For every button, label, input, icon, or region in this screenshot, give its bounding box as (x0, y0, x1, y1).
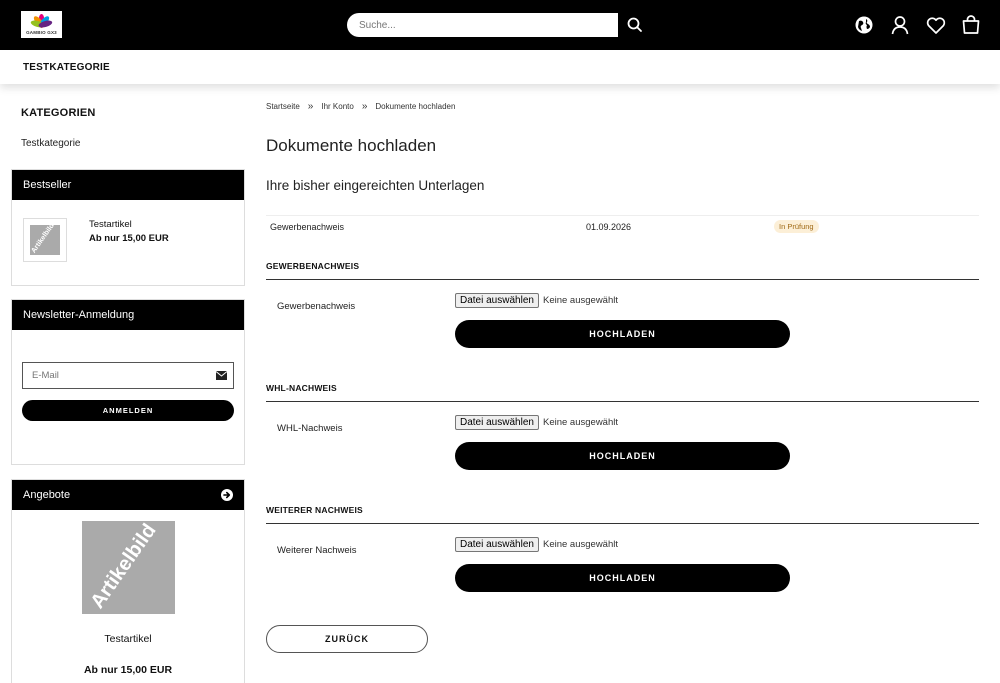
newsletter-email-field[interactable] (22, 362, 234, 389)
offers-product-image[interactable]: Artikelbild (82, 521, 175, 614)
shopping-bag-icon (962, 15, 980, 34)
offers-product-name[interactable]: Testartikel (12, 633, 244, 645)
offers-header: Angebote (12, 480, 244, 510)
upload-button-weiterer-nachweis[interactable]: HOCHLADEN (455, 564, 790, 592)
submitted-document-row: Gewerbenachweis 01.09.2026 In Prüfung (266, 215, 979, 237)
field-label-gewerbenachweis: Gewerbenachweis (277, 301, 356, 312)
breadcrumb-item-current: Dokumente hochladen (375, 102, 456, 111)
page-title: Dokumente hochladen (266, 136, 437, 155)
nav-item-testkategorie[interactable]: TESTKATEGORIE (23, 62, 110, 73)
breadcrumb-item-account[interactable]: Ihr Konto (321, 102, 353, 111)
top-header: GAMBIO GX3 (0, 0, 1000, 50)
user-icon (891, 16, 909, 35)
upload-button-whl-nachweis[interactable]: HOCHLADEN (455, 442, 790, 470)
submitted-document-name: Gewerbenachweis (270, 222, 345, 232)
arrow-right-circle-icon[interactable] (221, 489, 233, 501)
submitted-documents-title: Ihre bisher eingereichten Unterlagen (266, 178, 485, 193)
offers-heading: Angebote (23, 489, 71, 501)
section-heading-whl-nachweis: WHL-NACHWEIS (266, 383, 979, 402)
back-button[interactable]: ZURÜCK (266, 625, 428, 653)
field-label-weiterer-nachweis: Weiterer Nachweis (277, 545, 357, 556)
bestseller-heading: Bestseller (12, 170, 244, 200)
offers-image-label: Artikelbild (86, 521, 161, 613)
heart-icon (926, 17, 946, 34)
account-button[interactable] (888, 13, 912, 37)
newsletter-heading: Newsletter-Anmeldung (12, 300, 244, 330)
file-status-gewerbenachweis: Keine ausgewählt (543, 295, 618, 306)
file-status-weiterer-nachweis: Keine ausgewählt (543, 539, 618, 550)
bestseller-product-name[interactable]: Testartikel (89, 219, 132, 230)
logo-flower-icon (30, 14, 53, 28)
file-status-whl-nachweis: Keine ausgewählt (543, 417, 618, 428)
globe-icon (855, 16, 873, 34)
file-choose-button-whl-nachweis[interactable]: Datei auswählen (455, 415, 539, 430)
bestseller-product-thumb[interactable]: Artikelbild (23, 218, 67, 262)
breadcrumb-item-home[interactable]: Startseite (266, 102, 300, 111)
section-heading-gewerbenachweis: GEWERBENACHWEIS (266, 261, 979, 280)
newsletter-subscribe-button[interactable]: ANMELDEN (22, 400, 234, 421)
submitted-document-date: 01.09.2026 (586, 222, 632, 232)
envelope-icon (216, 371, 227, 380)
language-button[interactable] (852, 13, 876, 37)
bestseller-box: Bestseller Artikelbild Testartikel Ab nu… (11, 169, 245, 286)
product-image-placeholder: Artikelbild (30, 225, 60, 255)
upload-button-gewerbenachweis[interactable]: HOCHLADEN (455, 320, 790, 348)
logo-text: GAMBIO GX3 (26, 30, 57, 35)
section-heading-weiterer-nachweis: WEITERER NACHWEIS (266, 505, 979, 524)
category-link-testkategorie[interactable]: Testkategorie (21, 138, 80, 149)
product-image-label: Artikelbild (30, 225, 56, 255)
status-badge: In Prüfung (774, 220, 819, 233)
category-nav: TESTKATEGORIE (0, 50, 1000, 84)
file-choose-button-gewerbenachweis[interactable]: Datei auswählen (455, 293, 539, 308)
newsletter-box: Newsletter-Anmeldung ANMELDEN (11, 299, 245, 465)
bestseller-product-price: Ab nur 15,00 EUR (89, 233, 169, 244)
breadcrumb: Startseite » Ihr Konto » Dokumente hochladen (266, 101, 455, 112)
offers-box: Angebote Artikelbild Testartikel Ab nur … (11, 479, 245, 683)
search-button[interactable] (625, 15, 645, 35)
shop-logo[interactable]: GAMBIO GX3 (21, 11, 62, 38)
cart-button[interactable] (959, 13, 983, 37)
categories-heading: KATEGORIEN (21, 107, 96, 119)
wishlist-button[interactable] (924, 13, 948, 37)
newsletter-email-input[interactable] (23, 363, 208, 388)
file-choose-button-weiterer-nachweis[interactable]: Datei auswählen (455, 537, 539, 552)
field-label-whl-nachweis: WHL-Nachweis (277, 423, 343, 434)
breadcrumb-separator: » (361, 101, 368, 112)
breadcrumb-separator: » (307, 101, 314, 112)
search-icon (627, 17, 642, 32)
search-input[interactable] (347, 13, 618, 37)
offers-product-price: Ab nur 15,00 EUR (83, 664, 173, 676)
